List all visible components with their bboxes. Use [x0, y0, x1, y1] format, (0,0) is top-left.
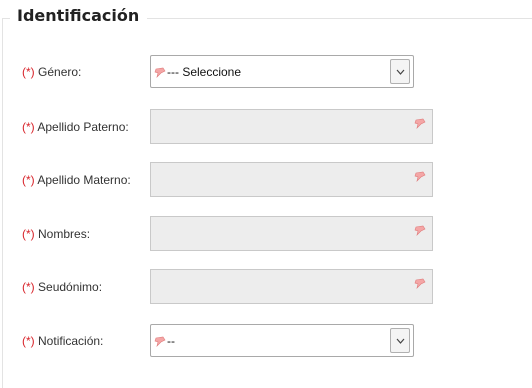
required-marker: (*) [22, 334, 35, 348]
nombres-input[interactable] [150, 216, 433, 251]
required-marker: (*) [22, 173, 35, 187]
chevron-down-icon[interactable] [390, 328, 410, 353]
notificacion-label-text: Notificación: [38, 334, 104, 348]
required-marker: (*) [22, 227, 35, 241]
pin-icon [414, 116, 426, 134]
genero-label-text: Género: [38, 65, 82, 79]
chevron-down-icon[interactable] [390, 59, 410, 84]
notificacion-label: (*) Notificación: [22, 334, 103, 348]
genero-select[interactable]: --- Seleccione [150, 55, 414, 88]
seudonimo-label-text: Seudónimo: [38, 280, 103, 294]
required-marker: (*) [22, 65, 35, 79]
pin-icon [414, 169, 426, 187]
seudonimo-label: (*) Seudónimo: [22, 280, 102, 294]
apellido-materno-label: (*) Apellido Materno: [22, 173, 131, 187]
seudonimo-input[interactable] [150, 269, 433, 304]
genero-selected-value: --- Seleccione [167, 65, 242, 79]
required-marker: (*) [22, 280, 35, 294]
pin-icon [414, 223, 426, 241]
apellido-materno-input[interactable] [150, 162, 433, 197]
genero-label: (*) Género: [22, 65, 81, 79]
notificacion-select[interactable]: -- [150, 324, 414, 357]
apellido-materno-label-text: Apellido Materno: [37, 173, 131, 187]
pin-icon [154, 65, 166, 83]
apellido-paterno-label: (*) Apellido Paterno: [22, 120, 129, 134]
pin-icon [414, 276, 426, 294]
nombres-label-text: Nombres: [38, 227, 91, 241]
pin-icon [154, 334, 166, 352]
section-legend: Identificación [10, 6, 148, 25]
notificacion-selected-value: -- [167, 334, 175, 348]
required-marker: (*) [22, 120, 35, 134]
apellido-paterno-label-text: Apellido Paterno: [37, 120, 129, 134]
apellido-paterno-input[interactable] [150, 109, 433, 144]
nombres-label: (*) Nombres: [22, 227, 90, 241]
